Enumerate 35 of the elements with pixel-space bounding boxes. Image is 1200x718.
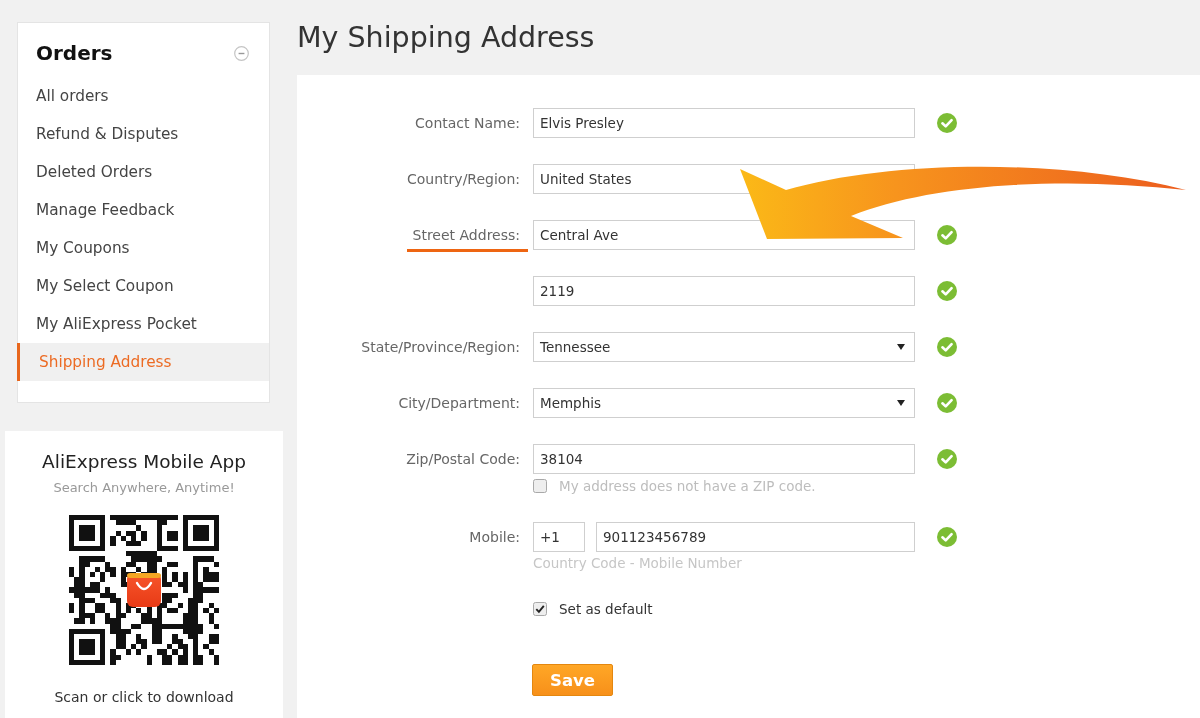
download-caption[interactable]: Scan or click to download: [54, 687, 234, 707]
checkbox[interactable]: [533, 479, 547, 493]
app-logo-icon: [127, 573, 161, 607]
field-label: Zip/Postal Code:: [406, 451, 520, 467]
caret-icon: [897, 344, 905, 350]
country-code-field[interactable]: +1: [533, 522, 585, 552]
dropdown[interactable]: Memphis: [533, 388, 915, 418]
sidebar-item[interactable]: Manage Feedback: [18, 191, 269, 229]
text-field[interactable]: 2119: [533, 276, 915, 306]
field-label: Country/Region:: [407, 171, 520, 187]
sidebar-item[interactable]: My Select Coupon: [18, 267, 269, 305]
field-label: City/Department:: [398, 395, 520, 411]
sidebar-item[interactable]: My AliExpress Pocket: [18, 305, 269, 343]
field-label: Street Address:: [412, 227, 520, 243]
caret-icon: [897, 400, 905, 406]
app-title: AliExpress Mobile App: [42, 450, 246, 474]
sidebar-item[interactable]: My Coupons: [18, 229, 269, 267]
checkbox[interactable]: [533, 602, 547, 616]
text-field[interactable]: 38104: [533, 444, 915, 474]
sidebar-title: Orders: [36, 40, 113, 67]
page-title: My Shipping Address: [297, 20, 596, 56]
app-subtitle: Search Anywhere, Anytime!: [53, 479, 235, 497]
field-hint: Country Code - Mobile Number: [533, 554, 743, 572]
qr-code[interactable]: [69, 515, 219, 665]
sidebar-item[interactable]: Refund & Disputes: [18, 115, 269, 153]
sidebar-item[interactable]: All orders: [18, 77, 269, 115]
dropdown[interactable]: Tennessee: [533, 332, 915, 362]
text-field[interactable]: Elvis Presley: [533, 108, 915, 138]
phone-number-field[interactable]: 901123456789: [596, 522, 915, 552]
sidebar-item[interactable]: Deleted Orders: [18, 153, 269, 191]
checkbox-label: Set as default: [559, 601, 653, 617]
field-label: State/Province/Region:: [361, 339, 520, 355]
field-label: Mobile:: [469, 529, 520, 545]
checkbox-label: My address does not have a ZIP code.: [559, 478, 816, 494]
field-label: Contact Name:: [415, 115, 520, 131]
